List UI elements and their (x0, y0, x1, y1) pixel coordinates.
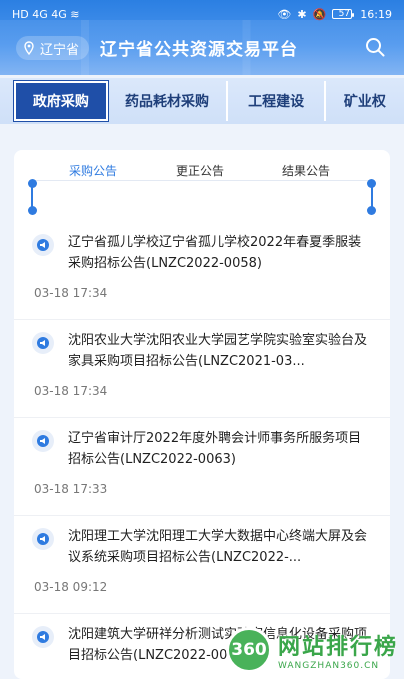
list-item[interactable]: 辽宁省孤儿学校辽宁省孤儿学校2022年春夏季服装采购招标公告(LNZC2022-… (14, 222, 390, 320)
list-item[interactable]: 沈阳农业大学沈阳农业大学园艺学院实验室实验台及家具采购项目招标公告(LNZC20… (14, 320, 390, 418)
list-item[interactable]: 辽宁省审计厅2022年度外聘会计师事务所服务项目招标公告(LNZC2022-00… (14, 418, 390, 516)
location-selector[interactable]: 辽宁省 (16, 36, 90, 60)
category-medicine-consumables[interactable]: 药品耗材采购 (108, 81, 229, 121)
watermark: 360 网站排行榜 WANGZHAN360.CN (225, 627, 398, 673)
bluetooth-icon: ✱ (297, 7, 307, 21)
list-item[interactable]: 沈阳理工大学沈阳理工大学大数据中心终端大屏及会议系统采购项目招标公告(LNZC2… (14, 516, 390, 614)
indicator-dot (28, 206, 37, 215)
tab-correction-notice[interactable]: 更正公告 (176, 162, 224, 179)
watermark-text: 网站排行榜 (277, 635, 398, 660)
tab-result-notice[interactable]: 结果公告 (282, 162, 330, 179)
tab-procurement-notice[interactable]: 采购公告 (69, 162, 117, 179)
notice-time: 03-18 09:12 (34, 580, 108, 594)
tab-indicator (28, 179, 376, 215)
mute-icon: 🔕 (312, 7, 327, 21)
network-status: HD 4G 4G ≋ (12, 7, 80, 21)
app-title: 辽宁省公共资源交易平台 (100, 40, 298, 60)
clock: 16:19 (360, 7, 392, 21)
megaphone-icon (32, 332, 54, 354)
notice-title: 辽宁省孤儿学校辽宁省孤儿学校2022年春夏季服装采购招标公告(LNZC2022-… (68, 235, 362, 271)
notice-time: 03-18 17:33 (34, 482, 108, 496)
indicator-track (32, 180, 372, 181)
watermark-badge: 360 (225, 627, 272, 673)
notice-time: 03-18 17:34 (34, 384, 108, 398)
notice-list: 辽宁省孤儿学校辽宁省孤儿学校2022年春夏季服装采购招标公告(LNZC2022-… (14, 222, 390, 679)
megaphone-icon (32, 626, 54, 648)
category-government-procurement[interactable]: 政府采购 (14, 81, 108, 121)
notice-card: 采购公告 更正公告 结果公告 辽宁省孤儿学校辽宁省孤儿学校2022年春夏季服装采… (14, 150, 390, 679)
notice-title: 辽宁省审计厅2022年度外聘会计师事务所服务项目招标公告(LNZC2022-00… (68, 431, 362, 467)
status-bar: HD 4G 4G ≋ 👁 ✱ 🔕 57 16:19 (0, 0, 404, 28)
eye-icon: 👁 (277, 7, 292, 21)
megaphone-icon (32, 234, 54, 256)
notice-time: 03-18 17:34 (34, 286, 108, 300)
notice-title: 沈阳理工大学沈阳理工大学大数据中心终端大屏及会议系统采购项目招标公告(LNZC2… (68, 529, 368, 565)
notice-title: 沈阳农业大学沈阳农业大学园艺学院实验室实验台及家具采购项目招标公告(LNZC20… (68, 333, 368, 369)
megaphone-icon (32, 528, 54, 550)
location-pin-icon (24, 41, 34, 55)
location-label: 辽宁省 (40, 42, 80, 58)
search-icon[interactable] (364, 36, 386, 58)
indicator-dot (367, 206, 376, 215)
megaphone-icon (32, 430, 54, 452)
category-tabs: 政府采购 药品耗材采购 工程建设 矿业权 (0, 78, 404, 124)
battery-icon (332, 9, 355, 19)
category-construction[interactable]: 工程建设 (228, 81, 326, 121)
watermark-url: WANGZHAN360.CN (277, 661, 380, 671)
category-mining-rights[interactable]: 矿业权 (326, 81, 404, 121)
